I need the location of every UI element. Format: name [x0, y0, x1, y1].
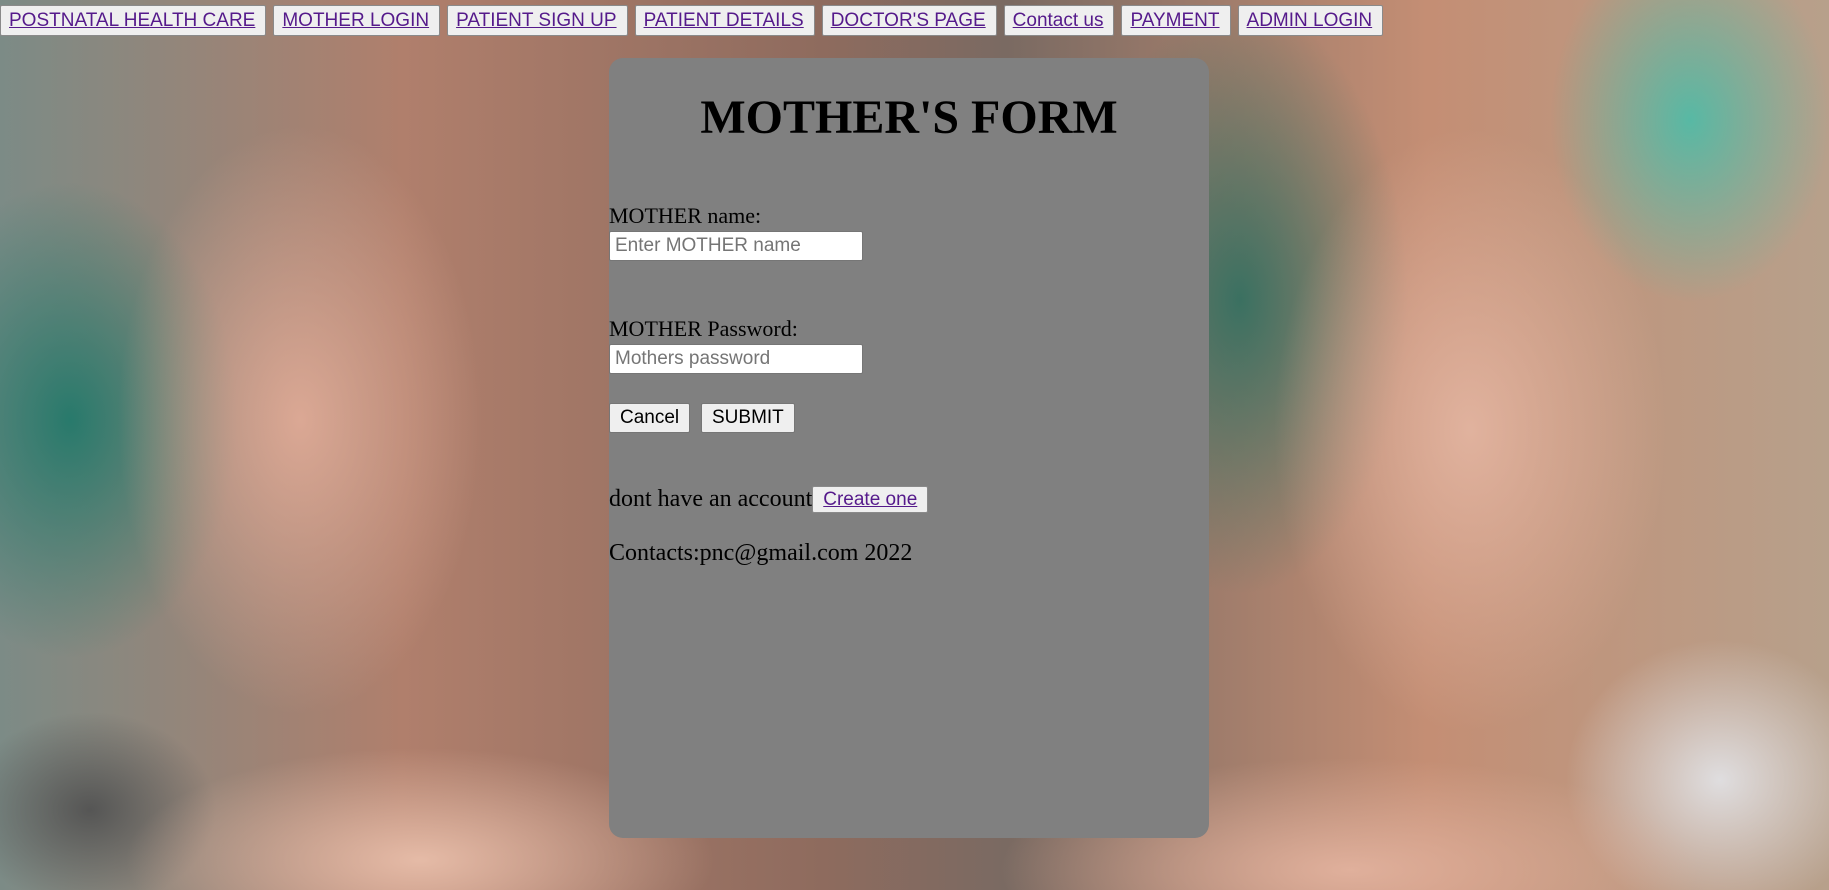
- top-nav-bar: POSTNATAL HEALTH CARE MOTHER LOGIN PATIE…: [0, 5, 1384, 36]
- mother-name-label: MOTHER name:: [609, 203, 762, 228]
- nav-link-doctors-page[interactable]: DOCTOR'S PAGE: [821, 5, 997, 36]
- contacts-footer: Contacts:pnc@gmail.com 2022: [609, 540, 913, 566]
- form-title: MOTHER'S FORM: [700, 91, 1118, 144]
- create-account-link[interactable]: Create one: [812, 486, 929, 513]
- nav-link-mother-login[interactable]: MOTHER LOGIN: [273, 5, 441, 36]
- mother-password-input[interactable]: [609, 344, 863, 374]
- nav-link-patient-sign-up[interactable]: PATIENT SIGN UP: [447, 5, 628, 36]
- account-prompt-text: dont have an account: [609, 486, 813, 512]
- nav-link-postnatal-health-care[interactable]: POSTNATAL HEALTH CARE: [0, 5, 267, 36]
- nav-link-contact-us[interactable]: Contact us: [1003, 5, 1115, 36]
- cancel-button[interactable]: Cancel: [609, 403, 691, 433]
- mother-login-form-card: MOTHER'S FORM MOTHER name: MOTHER Passwo…: [609, 58, 1209, 838]
- nav-link-patient-details[interactable]: PATIENT DETAILS: [634, 5, 815, 36]
- create-account-row: dont have an account Create one: [609, 486, 929, 513]
- mother-name-input[interactable]: [609, 231, 863, 261]
- nav-link-admin-login[interactable]: ADMIN LOGIN: [1237, 5, 1384, 36]
- mother-password-label: MOTHER Password:: [609, 316, 798, 341]
- submit-button[interactable]: SUBMIT: [701, 403, 795, 433]
- nav-link-payment[interactable]: PAYMENT: [1121, 5, 1231, 36]
